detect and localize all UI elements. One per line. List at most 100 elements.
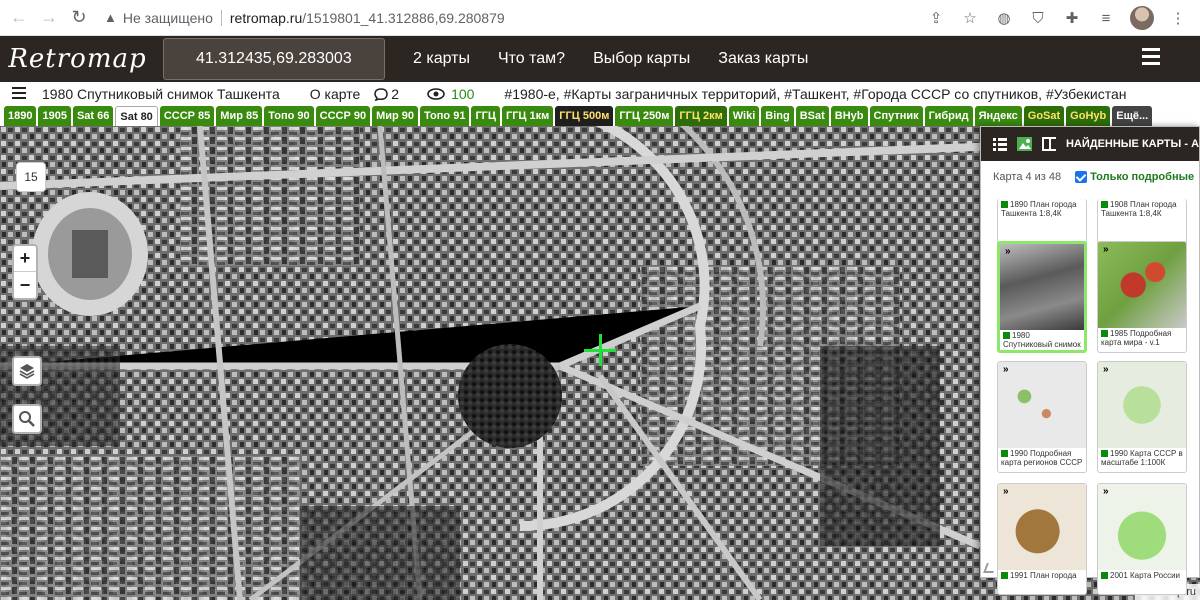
star-icon[interactable]: ☆ [960, 8, 980, 28]
layer-tab[interactable]: Ещё... [1112, 106, 1153, 126]
about-map-link[interactable]: О карте [310, 86, 361, 102]
resize-grip-icon[interactable] [983, 563, 997, 573]
map-card[interactable]: » 1990 Карта СССР в масштабе 1:100К [1097, 361, 1187, 473]
search-button[interactable] [12, 404, 42, 434]
map-thumbnail: » [1098, 362, 1186, 448]
share-icon[interactable]: ⇪ [926, 8, 946, 28]
layer-tab[interactable]: GoSat [1023, 106, 1065, 126]
layer-tab[interactable]: Мир 85 [216, 106, 263, 126]
layer-tab[interactable]: ГГЦ 500м [555, 106, 614, 126]
zoom-out-button[interactable]: − [14, 272, 36, 298]
map-card-caption: 1985 Подробная карта мира - v.1 [1098, 328, 1186, 350]
menu-dots-icon[interactable]: ⋮ [1168, 8, 1188, 28]
map-card-caption: 1890 План города Ташкента 1:8,4К [998, 199, 1086, 221]
expand-icon[interactable]: » [1103, 486, 1109, 497]
coordinates-input[interactable] [163, 38, 385, 80]
zoom-in-button[interactable]: + [14, 246, 36, 272]
status-dot-icon [1003, 332, 1010, 339]
map-card[interactable]: » 1985 Подробная карта мира - v.1 [1097, 241, 1187, 353]
layers-button[interactable] [12, 356, 42, 386]
layer-tab[interactable]: ГГЦ 250м [615, 106, 674, 126]
only-detailed-label[interactable]: Только подробные [1090, 171, 1194, 183]
expand-icon[interactable]: » [1103, 244, 1109, 255]
layer-tab[interactable]: Мир 90 [372, 106, 419, 126]
address-bar[interactable]: ▲ Не защищено retromap.ru/1519801_41.312… [104, 9, 505, 26]
layer-tab[interactable]: СССР 90 [315, 106, 371, 126]
map-thumbnail: » [1098, 242, 1186, 328]
logo[interactable]: Retromap [0, 36, 155, 82]
layer-tab[interactable]: Гибрид [924, 106, 973, 126]
translate-icon[interactable]: ◍ [994, 8, 1014, 28]
nav-order-map[interactable]: Заказ карты [718, 50, 808, 68]
map-card[interactable]: » 1980 Спутниковый снимок Ташкента [997, 241, 1087, 353]
menu-icon[interactable] [12, 87, 26, 101]
url-path: /1519801_41.312886,69.280879 [302, 9, 505, 26]
map-card-title: 2001 Карта России [1110, 571, 1181, 580]
layer-tab[interactable]: ГГЦ 2км [675, 106, 727, 126]
layer-tab[interactable]: Яндекс [974, 106, 1022, 126]
nav-map-select[interactable]: Выбор карты [593, 50, 690, 68]
columns-view-icon[interactable] [1041, 137, 1056, 151]
nav-whats-there[interactable]: Что там? [498, 50, 565, 68]
map-card-caption: 1991 План города [998, 570, 1086, 592]
status-dot-icon [1001, 450, 1008, 457]
layer-tab[interactable]: BHyb [830, 106, 868, 126]
nav-two-maps[interactable]: 2 карты [413, 50, 470, 68]
back-icon[interactable]: ← [8, 7, 30, 29]
map-card-title: 1990 Карта СССР в масштабе 1:100К [1101, 449, 1183, 467]
panel-header: НАЙДЕННЫЕ КАРТЫ - А [981, 127, 1199, 161]
status-dot-icon [1101, 201, 1108, 208]
map-card-title: 1991 План города [1010, 571, 1077, 580]
layer-tab[interactable]: GoHyb [1066, 106, 1111, 126]
zoom-level-badge: 15 [16, 162, 46, 192]
layer-tab[interactable]: Топо 90 [264, 106, 314, 126]
only-detailed-checkbox[interactable] [1075, 171, 1088, 183]
hamburger-menu-icon[interactable] [1142, 48, 1160, 68]
reload-icon[interactable]: ↻ [68, 7, 90, 29]
comments-count: 2 [391, 86, 400, 102]
shield-icon[interactable]: ⛉ [1028, 8, 1048, 28]
status-dot-icon [1101, 572, 1108, 579]
profile-avatar[interactable] [1130, 6, 1154, 30]
layer-tab[interactable]: Спутник [869, 106, 923, 126]
status-dot-icon [1001, 201, 1008, 208]
expand-icon[interactable]: » [1003, 486, 1009, 497]
layer-tab[interactable]: ГГЦ [471, 106, 500, 126]
layer-tab[interactable]: 1905 [38, 106, 71, 126]
eye-icon [427, 88, 445, 100]
layer-tab[interactable]: 1890 [4, 106, 37, 126]
layer-tab[interactable]: Sat 66 [72, 106, 114, 126]
map-card[interactable]: » 2001 Карта России [1097, 483, 1187, 595]
expand-icon[interactable]: » [1103, 364, 1109, 375]
layer-tab[interactable]: Bing [761, 106, 794, 126]
layer-tab[interactable]: ГГЦ 1км [501, 106, 554, 126]
status-dot-icon [1001, 572, 1008, 579]
extensions-icon[interactable]: ✚ [1062, 8, 1082, 28]
expand-icon[interactable]: » [1003, 364, 1009, 375]
map-tags[interactable]: #1980-е, #Карты заграничных территорий, … [504, 86, 1126, 102]
comment-icon [374, 87, 389, 101]
layer-tab[interactable]: Топо 91 [420, 106, 470, 126]
map-thumbnail: » [998, 362, 1086, 448]
expand-icon[interactable]: » [1005, 246, 1011, 257]
reading-list-icon[interactable]: ≡ [1096, 8, 1116, 28]
warning-icon: ▲ [104, 10, 117, 25]
forward-icon[interactable]: → [38, 7, 60, 29]
comments-link[interactable]: 2 [374, 86, 399, 102]
map-card[interactable]: » 1991 План города [997, 483, 1087, 595]
gallery-view-icon[interactable] [1017, 137, 1032, 151]
list-view-icon[interactable] [993, 137, 1008, 151]
found-maps-panel: НАЙДЕННЫЕ КАРТЫ - А Карта 4 из 48 Только… [980, 126, 1200, 595]
site-header: Retromap 2 карты Что там? Выбор карты За… [0, 36, 1200, 82]
layer-tab[interactable]: Sat 80 [115, 106, 158, 126]
layer-tabs: 1890 1905 Sat 66 Sat 80 СССР 85 Мир 85 Топо 90… [0, 106, 1200, 126]
layer-tab[interactable]: Wiki [728, 106, 760, 126]
map-thumbnail: » [1098, 484, 1186, 570]
url-host: retromap.ru [229, 9, 303, 26]
layer-tab[interactable]: BSat [795, 106, 829, 126]
map-card-caption: 1990 Карта СССР в масштабе 1:100К [1098, 448, 1186, 470]
insecure-label: Не защищено [122, 9, 213, 26]
map-card-title: 1990 Подробная карта регионов СССР [1001, 449, 1083, 467]
map-card[interactable]: » 1990 Подробная карта регионов СССР [997, 361, 1087, 473]
layer-tab[interactable]: СССР 85 [159, 106, 215, 126]
